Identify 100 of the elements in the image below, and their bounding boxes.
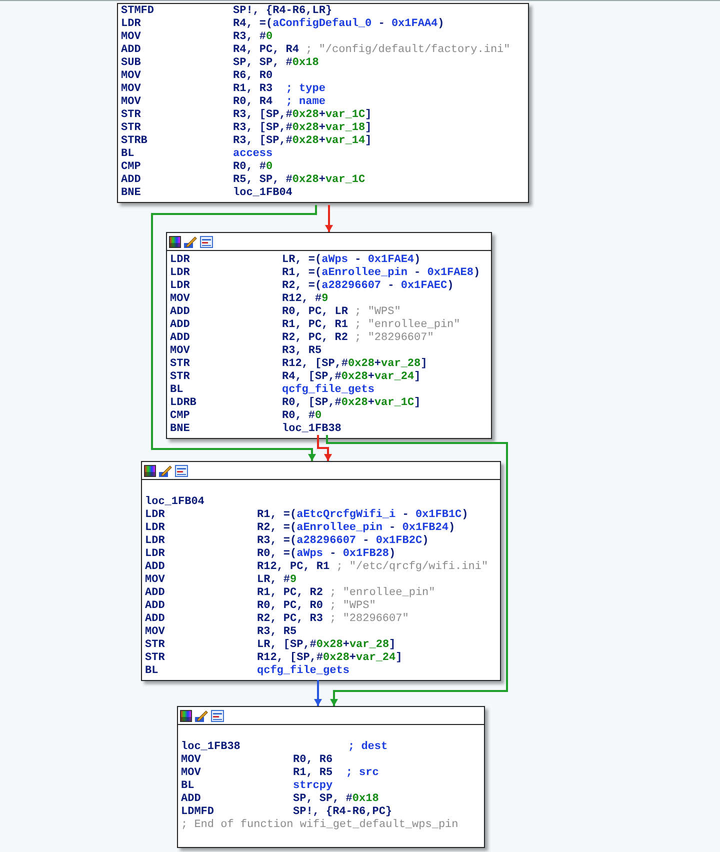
instruction-operands: R0, [SP,#0x28+var_1C] <box>282 397 421 410</box>
instruction-mnemonic: LDR <box>170 280 191 293</box>
instruction-operands: R12, #9 <box>282 293 328 306</box>
instruction-operands: R2, =(aEnrollee_pin - 0x1FB24) <box>257 522 456 535</box>
code-comment: ; type <box>286 83 326 96</box>
instruction-operands: qcfg_file_gets <box>257 665 350 678</box>
instruction-mnemonic: BL <box>181 780 196 793</box>
instruction-mnemonic: LDRB <box>170 397 198 410</box>
instruction-operands: R0, R4 <box>233 96 274 109</box>
pencil-icon[interactable] <box>195 710 208 722</box>
code-comment: ; "enrollee_pin" <box>330 587 436 600</box>
instruction-operands: R12, PC, R1 <box>257 561 331 574</box>
instruction-operands: strcpy <box>293 780 333 793</box>
instruction-mnemonic: LDR <box>145 535 166 548</box>
code-comment: ; "WPS" <box>330 600 376 613</box>
instruction-operands: SP!, {R4-R6,PC} <box>293 806 392 819</box>
instruction-operands: LR, [SP,#0x28+var_28] <box>257 639 396 652</box>
instruction-mnemonic: MOV <box>170 345 191 358</box>
instruction-operands: R2, =(a28296607 - 0x1FAEC) <box>282 280 454 293</box>
palette-icon[interactable] <box>180 710 192 722</box>
instruction-operands: LR, #9 <box>257 574 297 587</box>
palette-icon[interactable] <box>169 236 181 248</box>
instruction-mnemonic: ADD <box>145 600 166 613</box>
instruction-operands: access <box>233 148 273 161</box>
instruction-operands: R4, PC, R4 <box>233 44 300 57</box>
instruction-mnemonic: SUB <box>121 57 142 70</box>
list-icon[interactable] <box>211 710 224 722</box>
instruction-mnemonic: STR <box>170 371 191 384</box>
instruction-mnemonic: CMP <box>121 161 142 174</box>
instruction-mnemonic: STR <box>170 358 191 371</box>
instruction-mnemonic: BL <box>121 148 136 161</box>
code-comment: ; "/config/default/factory.ini" <box>306 44 510 57</box>
instruction-operands: R2, PC, R3 <box>257 613 324 626</box>
code-comment: ; End of function wifi_get_default_wps_pin <box>181 819 458 832</box>
instruction-mnemonic: BL <box>145 665 160 678</box>
instruction-operands: R1, PC, R1 <box>282 319 350 332</box>
instruction-operands: R2, PC, R2 <box>282 332 350 345</box>
palette-icon[interactable] <box>144 464 156 476</box>
instruction-mnemonic: MOV <box>145 574 166 587</box>
instruction-mnemonic: STR <box>145 639 166 652</box>
code-comment: ; "enrollee_pin" <box>354 319 460 332</box>
instruction-mnemonic: MOV <box>121 31 142 44</box>
instruction-mnemonic: MOV <box>145 626 166 639</box>
instruction-mnemonic: MOV <box>121 83 142 96</box>
code-comment: ; "WPS" <box>354 306 401 319</box>
code-comment: ; src <box>346 767 379 780</box>
instruction-mnemonic: ADD <box>121 174 142 187</box>
instruction-mnemonic: ADD <box>170 306 191 319</box>
instruction-operands: R5, SP, #0x28+var_1C <box>233 174 366 187</box>
instruction-mnemonic: MOV <box>181 767 202 780</box>
instruction-operands: R1, =(aEnrollee_pin - 0x1FAE8) <box>282 267 480 280</box>
instruction-mnemonic: ADD <box>145 613 166 626</box>
instruction-operands: R3, #0 <box>233 31 273 44</box>
instruction-operands: R0, #0 <box>282 410 322 423</box>
instruction-operands: SP, SP, #0x18 <box>233 57 319 70</box>
instruction-mnemonic: STRB <box>121 135 148 148</box>
instruction-operands: R0, PC, R0 <box>257 600 324 613</box>
instruction-operands: R4, [SP,#0x28+var_24] <box>282 371 421 384</box>
instruction-mnemonic: ADD <box>181 793 202 806</box>
instruction-operands: R12, [SP,#0x28+var_28] <box>282 358 428 371</box>
code-comment: ; "/etc/qrcfg/wifi.ini" <box>336 561 488 574</box>
instruction-operands: R0, =(aWps - 0x1FB28) <box>257 548 396 561</box>
instruction-operands: R4, =(aConfigDefaul_0 - 0x1FAA4) <box>233 18 444 31</box>
instruction-operands: R3, R5 <box>257 626 297 639</box>
instruction-mnemonic: STR <box>121 122 142 135</box>
code-comment: ; "28296607" <box>330 613 409 626</box>
instruction-mnemonic: LDR <box>145 509 166 522</box>
instruction-mnemonic: ADD <box>170 332 191 345</box>
instruction-mnemonic: MOV <box>121 70 142 83</box>
pencil-icon[interactable] <box>159 464 172 476</box>
instruction-mnemonic: MOV <box>170 293 191 306</box>
instruction-mnemonic: STR <box>145 652 166 665</box>
instruction-operands: R3, [SP,#0x28+var_14] <box>233 135 372 148</box>
instruction-mnemonic: STMFD <box>121 5 156 18</box>
instruction-mnemonic: ADD <box>121 44 142 57</box>
instruction-mnemonic: BL <box>170 384 184 397</box>
instruction-operands: SP, SP, #0x18 <box>293 793 379 806</box>
instruction-mnemonic: LDR <box>145 548 166 561</box>
instruction-mnemonic: STR <box>121 109 142 122</box>
instruction-operands: R0, #0 <box>233 161 273 174</box>
instruction-operands: R3, R5 <box>282 345 322 358</box>
code-label: loc_1FB38 <box>181 741 242 754</box>
instruction-mnemonic: MOV <box>181 754 202 767</box>
list-icon[interactable] <box>175 464 188 476</box>
instruction-operands: R0, R6 <box>293 754 333 767</box>
instruction-operands: R3, [SP,#0x28+var_18] <box>233 122 372 135</box>
instruction-mnemonic: ADD <box>145 561 166 574</box>
instruction-operands: R1, PC, R2 <box>257 587 324 600</box>
instruction-mnemonic: LDR <box>170 254 191 267</box>
instruction-mnemonic: LDR <box>121 18 142 31</box>
list-icon[interactable] <box>200 236 213 248</box>
instruction-operands: R6, R0 <box>233 70 273 83</box>
instruction-operands: SP!, {R4-R6,LR} <box>233 5 332 18</box>
instruction-operands: qcfg_file_gets <box>282 384 374 397</box>
instruction-operands: LR, =(aWps - 0x1FAE4) <box>282 254 421 267</box>
code-comment: ; "28296607" <box>354 332 434 345</box>
pencil-icon[interactable] <box>184 236 197 248</box>
instruction-operands: R12, [SP,#0x28+var_24] <box>257 652 402 664</box>
instruction-mnemonic: LDR <box>170 267 191 280</box>
instruction-mnemonic: LDR <box>145 522 166 535</box>
